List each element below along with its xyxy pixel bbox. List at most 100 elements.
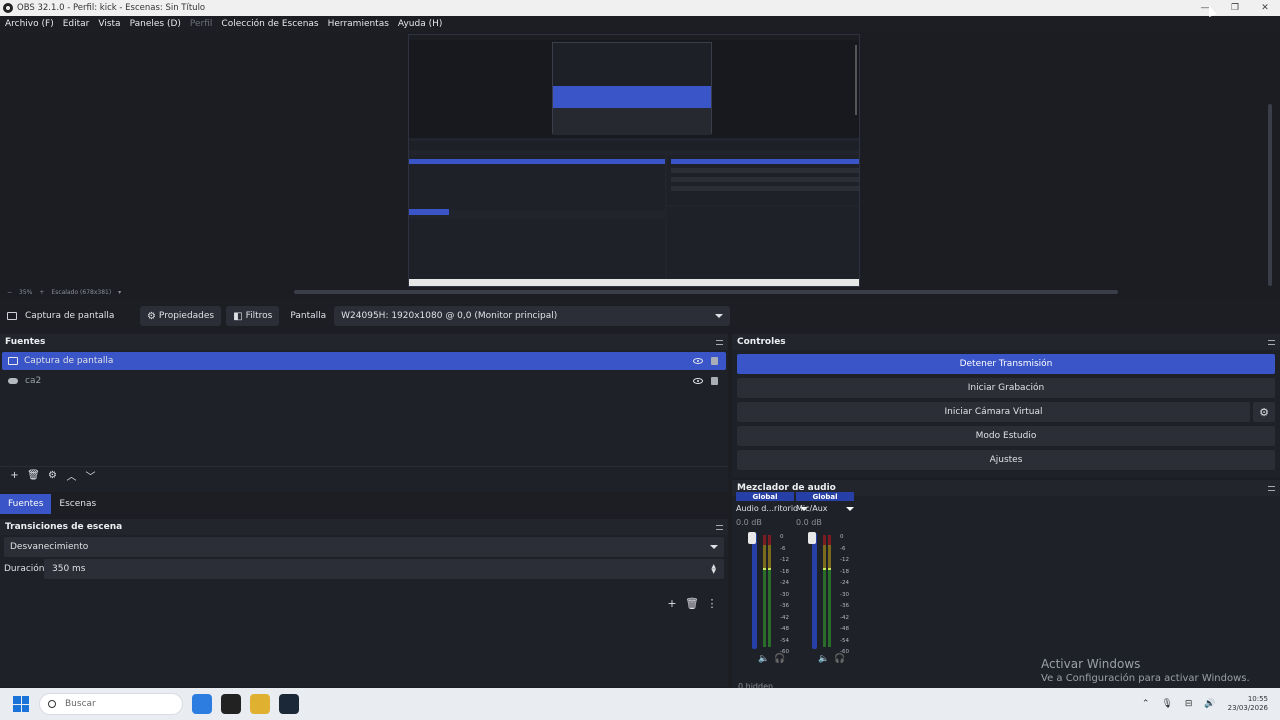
windows-start-icon[interactable] — [13, 696, 29, 712]
sources-title: Fuentes — [5, 337, 46, 347]
source-settings-button[interactable]: ⚙ — [43, 470, 62, 481]
channel-db: 0.0 dB — [736, 518, 762, 527]
channel-name: Mic/Aux — [796, 504, 828, 513]
preview-capture[interactable] — [408, 34, 860, 287]
stop-stream-button[interactable]: Detener Transmisión — [737, 354, 1275, 374]
activation-subtitle: Ve a Configuración para activar Windows. — [1041, 673, 1250, 684]
chevron-up-icon[interactable]: ⌃ — [1142, 699, 1150, 709]
filters-label: Filtros — [245, 311, 273, 321]
capture-toolbar — [409, 141, 859, 150]
channel-name-select[interactable]: Mic/Aux — [796, 504, 854, 513]
headphones-icon[interactable]: 🎧 — [832, 654, 848, 664]
transition-menu-button[interactable]: ⋮ — [702, 597, 722, 610]
chevron-down-icon — [846, 506, 854, 511]
meter-ticks: 0 -6 -12 -18 -24 -30 -36 -42 -48 -54 -60 — [780, 534, 789, 655]
source-item-captura[interactable]: Captura de pantalla — [2, 352, 726, 370]
virtual-camera-settings-icon[interactable]: ⚙ — [1253, 402, 1275, 422]
monitor-icon — [8, 357, 18, 365]
steam-app-icon[interactable] — [279, 694, 299, 714]
menu-herramientas[interactable]: Herramientas — [325, 19, 392, 29]
remove-transition-button[interactable]: 🗑 — [682, 597, 702, 610]
window-title: OBS 32.1.0 - Perfil: kick - Escenas: Sin… — [17, 3, 206, 13]
global-badge: Global — [796, 492, 854, 501]
microphone-icon[interactable]: 🎙 — [1161, 699, 1172, 709]
close-button[interactable]: ✕ — [1250, 0, 1280, 16]
duration-label: Duración — [4, 564, 45, 574]
taskbar-search[interactable]: Buscar — [39, 693, 183, 715]
activation-watermark: Activar Windows Ve a Configuración para … — [1041, 657, 1250, 684]
activation-title: Activar Windows — [1041, 657, 1141, 671]
preview-horizontal-scrollbar[interactable] — [294, 290, 1118, 294]
level-meter — [828, 535, 831, 647]
display-select[interactable]: W24095H: 1920x1080 @ 0,0 (Monitor princi… — [334, 306, 730, 326]
transition-select[interactable]: Desvanecimiento — [4, 537, 724, 557]
virtual-camera-button[interactable]: Iniciar Cámara Virtual — [737, 402, 1250, 422]
undock-icon[interactable] — [716, 524, 723, 530]
scale-dropdown-icon[interactable]: ▾ — [118, 289, 121, 296]
maximize-button[interactable]: ❐ — [1220, 0, 1250, 16]
visibility-hidden-icon[interactable] — [693, 378, 703, 384]
sources-list: Captura de pantalla ca2 — [0, 352, 728, 466]
visibility-icon[interactable] — [693, 358, 703, 364]
mixer-channel-mic: Global Mic/Aux 0.0 dB 0 -6 -12 -18 -24 -30 -36… — [796, 492, 854, 666]
chevron-down-icon — [710, 545, 718, 549]
menu-coleccion-escenas[interactable]: Colección de Escenas — [218, 19, 321, 29]
channel-name-select[interactable]: Audio d...ritorio — [736, 504, 808, 513]
menu-archivo[interactable]: Archivo (F) — [2, 19, 57, 29]
speaker-icon[interactable]: 🔈 — [816, 654, 832, 664]
undock-icon[interactable] — [1268, 485, 1275, 491]
preview-canvas[interactable] — [0, 32, 1280, 298]
headphones-icon[interactable]: 🎧 — [772, 654, 788, 664]
duration-value: 350 ms — [52, 564, 86, 574]
settings-button[interactable]: Ajustes — [737, 450, 1275, 470]
volume-fader-handle[interactable] — [748, 532, 756, 544]
zoom-level: 35% — [19, 288, 33, 296]
menu-editar[interactable]: Editar — [60, 19, 93, 29]
network-icon[interactable]: ⊟ — [1185, 699, 1193, 709]
menu-paneles[interactable]: Paneles (D) — [127, 19, 184, 29]
transition-select-value: Desvanecimiento — [10, 542, 89, 552]
capture-nested-preview — [552, 42, 712, 135]
menu-vista[interactable]: Vista — [95, 19, 123, 29]
controls-dock-title: Controles — [732, 334, 1280, 350]
zoom-out-button[interactable]: − — [7, 289, 12, 296]
menu-ayuda[interactable]: Ayuda (H) — [395, 19, 445, 29]
duration-stepper[interactable]: ▲ ▼ — [711, 564, 716, 575]
properties-button[interactable]: ⚙ Propiedades — [139, 306, 222, 326]
capture-mixer-dock — [667, 207, 859, 279]
app-icon[interactable] — [250, 694, 270, 714]
source-item-ca2[interactable]: ca2 — [2, 372, 726, 390]
add-transition-button[interactable]: + — [662, 597, 682, 610]
move-up-button[interactable]: ︿ — [62, 468, 81, 483]
taskbar-clock[interactable]: 10:55 23/03/2026 — [1228, 695, 1268, 713]
tab-escenas[interactable]: Escenas — [51, 494, 104, 514]
start-recording-button[interactable]: Iniciar Grabación — [737, 378, 1275, 398]
studio-mode-button[interactable]: Modo Estudio — [737, 426, 1275, 446]
sources-dock-title: Fuentes — [0, 334, 728, 350]
preview-vertical-scrollbar[interactable] — [1268, 104, 1272, 286]
duration-field[interactable]: 350 ms ▲ ▼ — [44, 559, 724, 579]
source-toolbar: Captura de pantalla ⚙ Propiedades ◧ Filt… — [0, 304, 730, 328]
volume-fader-track[interactable] — [812, 533, 817, 649]
undock-icon[interactable] — [1268, 339, 1275, 345]
filters-button[interactable]: ◧ Filtros — [226, 306, 280, 326]
chrome-app-icon[interactable] — [192, 694, 212, 714]
move-down-button[interactable]: ﹀ — [81, 468, 100, 483]
remove-source-button[interactable]: 🗑 — [24, 470, 43, 481]
selected-source-label: Captura de pantalla — [25, 311, 115, 321]
tab-fuentes[interactable]: Fuentes — [0, 494, 52, 514]
volume-fader-handle[interactable] — [808, 532, 816, 544]
lock-icon[interactable] — [711, 357, 718, 365]
add-source-button[interactable]: + — [5, 470, 24, 481]
speaker-icon[interactable]: 🔈 — [756, 654, 772, 664]
undock-icon[interactable] — [716, 339, 723, 345]
display-label: Pantalla — [290, 311, 327, 321]
lock-icon[interactable] — [711, 377, 718, 385]
window-controls: — ❐ ✕ — [1190, 0, 1280, 16]
menu-perfil[interactable]: Perfil — [187, 19, 216, 29]
volume-icon[interactable]: 🔊 — [1204, 699, 1215, 709]
controls-title: Controles — [737, 337, 786, 347]
volume-fader-track[interactable] — [752, 533, 757, 649]
zoom-in-button[interactable]: + — [39, 289, 44, 296]
obs-app-icon[interactable] — [221, 694, 241, 714]
